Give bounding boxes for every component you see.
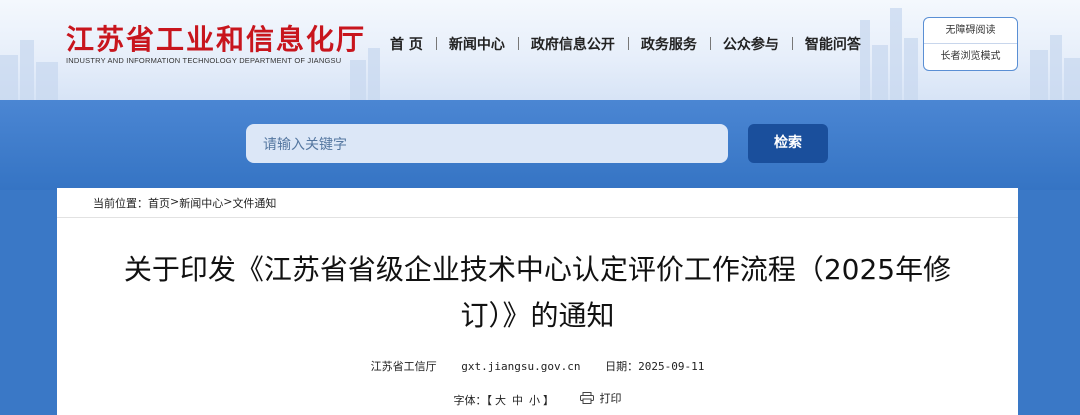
font-medium-button[interactable]: 中 (512, 394, 523, 407)
site-header: 江苏省工业和信息化厅 INDUSTRY AND INFORMATION TECH… (0, 0, 1080, 100)
printer-icon (579, 392, 594, 404)
breadcrumb-separator: > (170, 195, 180, 208)
site-logo-subtitle: INDUSTRY AND INFORMATION TECHNOLOGY DEPA… (66, 56, 342, 65)
main-nav: 首 页 新闻中心 政府信息公开 政务服务 公众参与 智能问答 (390, 34, 874, 54)
nav-item-qa[interactable]: 智能问答 (791, 34, 874, 54)
font-large-button[interactable]: 大 (495, 394, 506, 407)
article-tools: 字体：【大中小】 打印 (57, 390, 1018, 408)
elder-mode-button[interactable]: 长者浏览模式 (924, 44, 1017, 70)
breadcrumb: 当前位置： 首页 > 新闻中心 > 文件通知 (93, 195, 276, 211)
breadcrumb-home[interactable]: 首页 (148, 195, 170, 211)
font-size-label: 字体：【 (453, 394, 493, 407)
article-meta: 江苏省工信厅 gxt.jiangsu.gov.cn 日期：2025-09-11 (57, 358, 1018, 374)
site-logo-title[interactable]: 江苏省工业和信息化厅 (66, 18, 366, 58)
accessibility-panel: 无障碍阅读 长者浏览模式 (923, 17, 1018, 71)
search-input[interactable]: 请输入关键字 (246, 124, 728, 163)
article-panel: 当前位置： 首页 > 新闻中心 > 文件通知 关于印发《江苏省省级企业技术中心认… (57, 188, 1018, 415)
print-button[interactable]: 打印 (579, 390, 622, 406)
breadcrumb-notices[interactable]: 文件通知 (232, 195, 276, 211)
nav-item-gov-info[interactable]: 政府信息公开 (517, 34, 628, 54)
nav-item-news[interactable]: 新闻中心 (435, 34, 518, 54)
article-site: gxt.jiangsu.gov.cn (461, 360, 581, 373)
nav-item-participation[interactable]: 公众参与 (709, 34, 792, 54)
accessibility-button[interactable]: 无障碍阅读 (924, 18, 1017, 44)
breadcrumb-news[interactable]: 新闻中心 (179, 195, 223, 211)
divider (57, 217, 1018, 218)
search-button[interactable]: 检索 (748, 124, 828, 163)
article-source: 江苏省工信厅 (370, 360, 437, 373)
breadcrumb-prefix: 当前位置： (93, 197, 148, 210)
article-title: 关于印发《江苏省省级企业技术中心认定评价工作流程（2025年修 订）》的通知 (87, 247, 988, 339)
nav-item-services[interactable]: 政务服务 (627, 34, 710, 54)
article-title-line-1: 关于印发《江苏省省级企业技术中心认定评价工作流程（2025年修 (123, 253, 952, 286)
font-size-close: 】 (543, 394, 554, 407)
breadcrumb-separator: > (223, 195, 233, 208)
font-small-button[interactable]: 小 (529, 394, 540, 407)
article-title-line-2: 订）》的通知 (460, 299, 615, 332)
print-label: 打印 (599, 392, 622, 405)
nav-item-home[interactable]: 首 页 (390, 34, 436, 54)
article-date: 日期：2025-09-11 (605, 360, 705, 373)
